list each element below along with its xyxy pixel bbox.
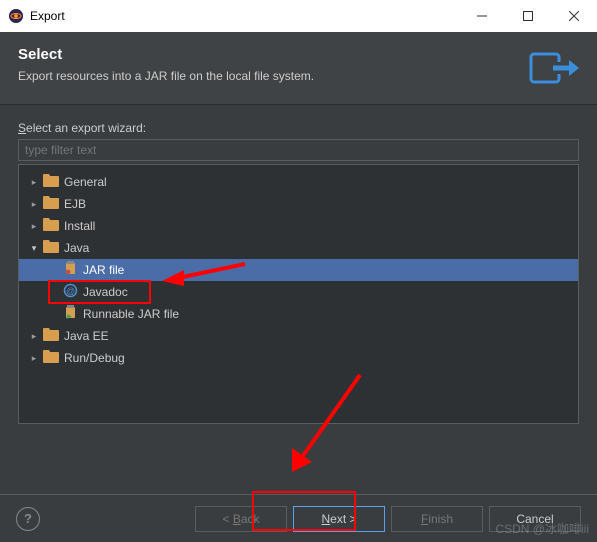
minimize-button[interactable] bbox=[459, 0, 505, 32]
tree-item[interactable]: ▸ General bbox=[19, 171, 578, 193]
folder-icon bbox=[43, 240, 64, 256]
page-title: Select bbox=[18, 46, 519, 63]
finish-button[interactable]: Finish bbox=[391, 506, 483, 532]
chevron-right-icon[interactable]: ▸ bbox=[27, 175, 41, 189]
window-controls bbox=[459, 0, 597, 32]
watermark: CSDN @冰咖啡iii bbox=[495, 520, 589, 537]
wizard-label: Select an export wizard: bbox=[18, 121, 579, 135]
jar-icon bbox=[63, 261, 83, 279]
tree-item[interactable]: ▸ Java EE bbox=[19, 325, 578, 347]
tree-item[interactable]: ▸ Install bbox=[19, 215, 578, 237]
javadoc-icon: @ bbox=[63, 283, 83, 301]
header-text: Select Export resources into a JAR file … bbox=[18, 46, 519, 83]
tree-item-label: Run/Debug bbox=[64, 351, 125, 365]
tree-item[interactable]: Runnable JAR file bbox=[19, 303, 578, 325]
filter-input[interactable] bbox=[18, 139, 579, 161]
tree-item[interactable]: JAR file bbox=[19, 259, 578, 281]
chevron-right-icon[interactable]: ▸ bbox=[27, 351, 41, 365]
window-title: Export bbox=[30, 9, 65, 23]
folder-icon bbox=[43, 328, 64, 344]
chevron-right-icon[interactable]: ▸ bbox=[27, 329, 41, 343]
chevron-right-icon[interactable]: ▸ bbox=[27, 219, 41, 233]
export-icon bbox=[529, 48, 579, 88]
tree-item-label: General bbox=[64, 175, 107, 189]
folder-icon bbox=[43, 174, 64, 190]
tree-item-label: Install bbox=[64, 219, 95, 233]
svg-text:@: @ bbox=[66, 286, 75, 296]
titlebar: Export bbox=[0, 0, 597, 32]
tree-item-label: EJB bbox=[64, 197, 86, 211]
wizard-tree[interactable]: ▸ General ▸ EJB ▸ Install ▾ Java JAR file @ Javado… bbox=[18, 164, 579, 424]
runnable-jar-icon bbox=[63, 305, 83, 323]
next-button[interactable]: Next > bbox=[293, 506, 385, 532]
folder-icon bbox=[43, 196, 64, 212]
tree-item[interactable]: ▸ Run/Debug bbox=[19, 347, 578, 369]
folder-icon bbox=[43, 350, 64, 366]
page-description: Export resources into a JAR file on the … bbox=[18, 69, 519, 83]
tree-item-label: Javadoc bbox=[83, 285, 128, 299]
expander-spacer bbox=[47, 263, 61, 277]
maximize-button[interactable] bbox=[505, 0, 551, 32]
tree-item[interactable]: ▸ EJB bbox=[19, 193, 578, 215]
back-button[interactable]: < Back bbox=[195, 506, 287, 532]
content-area: Select an export wizard: ▸ General ▸ EJB ▸ In… bbox=[0, 105, 597, 434]
close-button[interactable] bbox=[551, 0, 597, 32]
tree-item[interactable]: @ Javadoc bbox=[19, 281, 578, 303]
eclipse-icon bbox=[8, 8, 24, 24]
folder-icon bbox=[43, 218, 64, 234]
tree-item-label: Java bbox=[64, 241, 89, 255]
chevron-down-icon[interactable]: ▾ bbox=[27, 241, 41, 255]
dialog-header: Select Export resources into a JAR file … bbox=[0, 32, 597, 105]
tree-item-label: Java EE bbox=[64, 329, 109, 343]
tree-item-label: Runnable JAR file bbox=[83, 307, 179, 321]
tree-item-label: JAR file bbox=[83, 263, 124, 277]
expander-spacer bbox=[47, 307, 61, 321]
chevron-right-icon[interactable]: ▸ bbox=[27, 197, 41, 211]
tree-item[interactable]: ▾ Java bbox=[19, 237, 578, 259]
expander-spacer bbox=[47, 285, 61, 299]
help-button[interactable]: ? bbox=[16, 507, 40, 531]
